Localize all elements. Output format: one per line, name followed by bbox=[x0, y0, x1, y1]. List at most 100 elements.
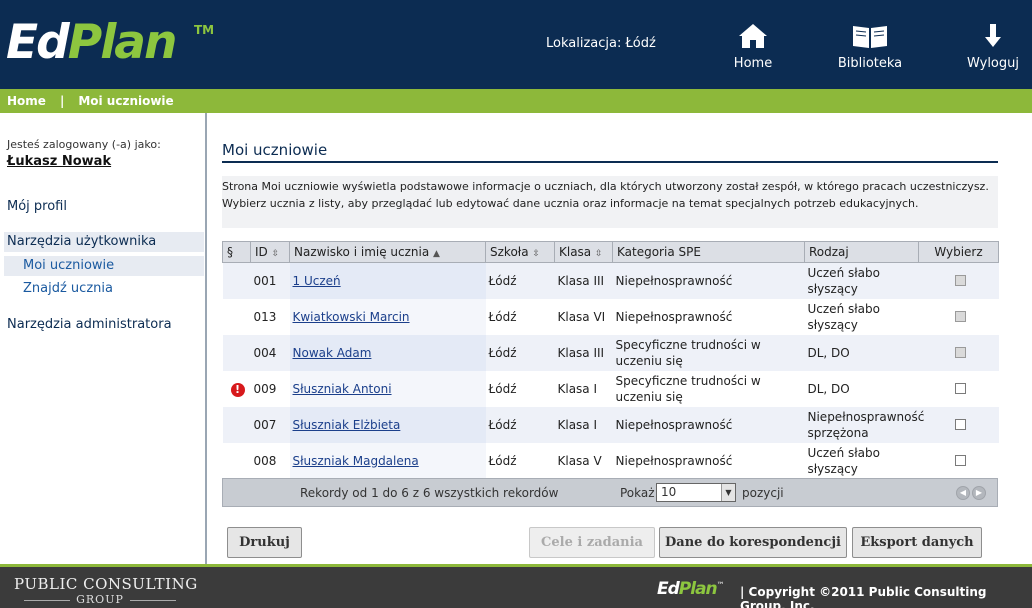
column-header-school[interactable]: Szkoła ⇳ bbox=[485, 241, 555, 263]
column-header-type: Rodzaj bbox=[804, 241, 919, 263]
flag-cell bbox=[222, 406, 251, 443]
user-name[interactable]: Łukasz Nowak bbox=[7, 154, 111, 169]
nav-logout-label: Wyloguj bbox=[967, 56, 1019, 71]
previous-page-icon[interactable]: ◀ bbox=[956, 486, 970, 500]
student-name-link[interactable]: Kwiatkowski Marcin bbox=[293, 310, 410, 324]
sidebar-item-my-students[interactable]: Moi uczniowie bbox=[4, 256, 204, 276]
table-row[interactable]: 001 1 Uczeń Łódź Klasa III Niepełnosprawność… bbox=[222, 262, 999, 299]
column-header-id[interactable]: ID ⇳ bbox=[250, 241, 290, 263]
page-title: Moi uczniowie bbox=[222, 141, 328, 159]
table-row[interactable]: 013 Kwiatkowski Marcin Łódź Klasa VI Niepełn… bbox=[222, 298, 999, 335]
category-cell: Niepełnosprawność bbox=[612, 442, 805, 479]
id-cell: 009 bbox=[250, 370, 290, 407]
id-cell: 001 bbox=[250, 262, 290, 299]
school-cell: Łódź bbox=[485, 262, 555, 299]
table-body: 001 1 Uczeń Łódź Klasa III Niepełnosprawność… bbox=[222, 262, 999, 479]
select-cell bbox=[918, 334, 999, 371]
name-cell: Słuszniak Antoni bbox=[289, 370, 486, 407]
sidebar-item-admin-tools[interactable]: Narzędzia administratora bbox=[7, 317, 172, 332]
sort-icon: ⇳ bbox=[595, 249, 603, 259]
nav-logout-button[interactable]: Wyloguj bbox=[962, 22, 1024, 77]
select-checkbox[interactable] bbox=[954, 419, 966, 430]
select-checkbox[interactable] bbox=[954, 347, 966, 358]
type-cell: DL, DO bbox=[804, 370, 919, 407]
school-cell: Łódź bbox=[485, 298, 555, 335]
table-row[interactable]: 007 Słuszniak Elżbieta Łódź Klasa I Niepełno… bbox=[222, 406, 999, 443]
flag-cell bbox=[222, 442, 251, 479]
column-header-class[interactable]: Klasa ⇳ bbox=[554, 241, 613, 263]
next-page-icon[interactable]: ▶ bbox=[972, 486, 986, 500]
contact-data-button[interactable]: Dane do korespondencji bbox=[659, 527, 847, 558]
logo-tm: TM bbox=[194, 23, 215, 37]
records-count: Rekordy od 1 do 6 z 6 wszystkich rekordó… bbox=[300, 486, 559, 500]
edplan-logo[interactable]: EdPlan TM bbox=[6, 15, 214, 70]
column-header-flag: § bbox=[222, 241, 251, 263]
student-name-link[interactable]: Słuszniak Elżbieta bbox=[293, 418, 401, 432]
page-size-select[interactable]: 10 ▼ bbox=[656, 483, 736, 502]
show-label: Pokaż bbox=[620, 486, 655, 500]
sort-ascending-icon: ▲ bbox=[433, 249, 440, 259]
id-cell: 004 bbox=[250, 334, 290, 371]
copyright-text: | Copyright ©2011 Public Consulting Grou… bbox=[740, 585, 987, 608]
school-header-label: Szkoła bbox=[490, 245, 529, 259]
school-cell: Łódź bbox=[485, 442, 555, 479]
id-cell: 007 bbox=[250, 406, 290, 443]
sidebar-item-find-student[interactable]: Znajdź ucznia bbox=[4, 279, 204, 299]
home-icon bbox=[739, 24, 767, 48]
type-cell: Uczeń słabo słyszący bbox=[804, 442, 919, 479]
column-header-category: Kategoria SPE bbox=[612, 241, 805, 263]
class-cell: Klasa V bbox=[554, 442, 613, 479]
nav-library-button[interactable]: Biblioteka bbox=[832, 22, 908, 77]
flag-cell bbox=[222, 262, 251, 299]
breadcrumb: Home | Moi uczniowie bbox=[0, 89, 1032, 113]
student-name-link[interactable]: 1 Uczeń bbox=[293, 274, 341, 288]
id-cell: 008 bbox=[250, 442, 290, 479]
name-cell: Słuszniak Elżbieta bbox=[289, 406, 486, 443]
nav-home-label: Home bbox=[733, 56, 773, 71]
school-cell: Łódź bbox=[485, 370, 555, 407]
name-cell: Słuszniak Magdalena bbox=[289, 442, 486, 479]
column-header-select: Wybierz bbox=[918, 241, 999, 263]
student-name-link[interactable]: Słuszniak Magdalena bbox=[293, 454, 419, 468]
select-cell bbox=[918, 442, 999, 479]
logo-plan-text: Plan bbox=[67, 15, 178, 70]
student-name-link[interactable]: Nowak Adam bbox=[293, 346, 372, 360]
breadcrumb-home[interactable]: Home bbox=[7, 94, 46, 108]
school-cell: Łódź bbox=[485, 334, 555, 371]
student-name-link[interactable]: Słuszniak Antoni bbox=[293, 382, 392, 396]
footer-edplan-logo: EdPlan™ bbox=[657, 579, 725, 599]
page-description: Strona Moi uczniowie wyświetla podstawow… bbox=[222, 176, 998, 228]
category-cell: Specyficzne trudności w uczeniu się bbox=[612, 370, 805, 407]
select-checkbox[interactable] bbox=[954, 383, 966, 394]
school-cell: Łódź bbox=[485, 406, 555, 443]
type-cell: DL, DO bbox=[804, 334, 919, 371]
select-checkbox[interactable] bbox=[954, 275, 966, 287]
type-cell: Niepełnosprawność sprzężona bbox=[804, 406, 924, 443]
footer: PUBLIC CONSULTING GROUP EdPlan™ | Copyri… bbox=[0, 567, 1032, 608]
export-data-button[interactable]: Eksport danych bbox=[852, 527, 982, 558]
class-cell: Klasa III bbox=[554, 334, 613, 371]
print-button[interactable]: Drukuj bbox=[227, 527, 302, 558]
column-header-name[interactable]: Nazwisko i imię ucznia ▲ bbox=[289, 241, 486, 263]
select-checkbox[interactable] bbox=[954, 311, 966, 322]
sidebar-item-my-profile[interactable]: Mój profil bbox=[7, 199, 67, 214]
table-row[interactable]: 004 Nowak Adam Łódź Klasa III Specyficzne tr… bbox=[222, 334, 999, 371]
table-row[interactable]: 008 Słuszniak Magdalena Łódź Klasa V Niepełn… bbox=[222, 442, 999, 479]
table-row[interactable]: ! 009 Słuszniak Antoni Łódź Klasa I Specyficz… bbox=[222, 370, 999, 407]
nav-home-button[interactable]: Home bbox=[728, 22, 778, 77]
sidebar: Jesteś zalogowany (-a) jako: Łukasz Nowa… bbox=[0, 113, 207, 564]
location-label: Lokalizacja: Łódź bbox=[546, 36, 656, 51]
sort-icon: ⇳ bbox=[271, 249, 280, 259]
id-header-label: ID bbox=[255, 245, 268, 259]
company-name: PUBLIC CONSULTING bbox=[14, 575, 198, 593]
goals-button[interactable]: Cele i zadania bbox=[529, 527, 655, 558]
select-cell bbox=[918, 370, 999, 407]
alert-icon[interactable]: ! bbox=[230, 382, 245, 397]
company-group: GROUP bbox=[14, 593, 186, 606]
select-checkbox[interactable] bbox=[954, 455, 966, 466]
name-cell: 1 Uczeń bbox=[289, 262, 486, 299]
breadcrumb-separator: | bbox=[59, 94, 65, 108]
sidebar-section-user-tools[interactable]: Narzędzia użytkownika bbox=[4, 232, 204, 252]
category-cell: Niepełnosprawność bbox=[612, 406, 805, 443]
class-cell: Klasa I bbox=[554, 406, 613, 443]
